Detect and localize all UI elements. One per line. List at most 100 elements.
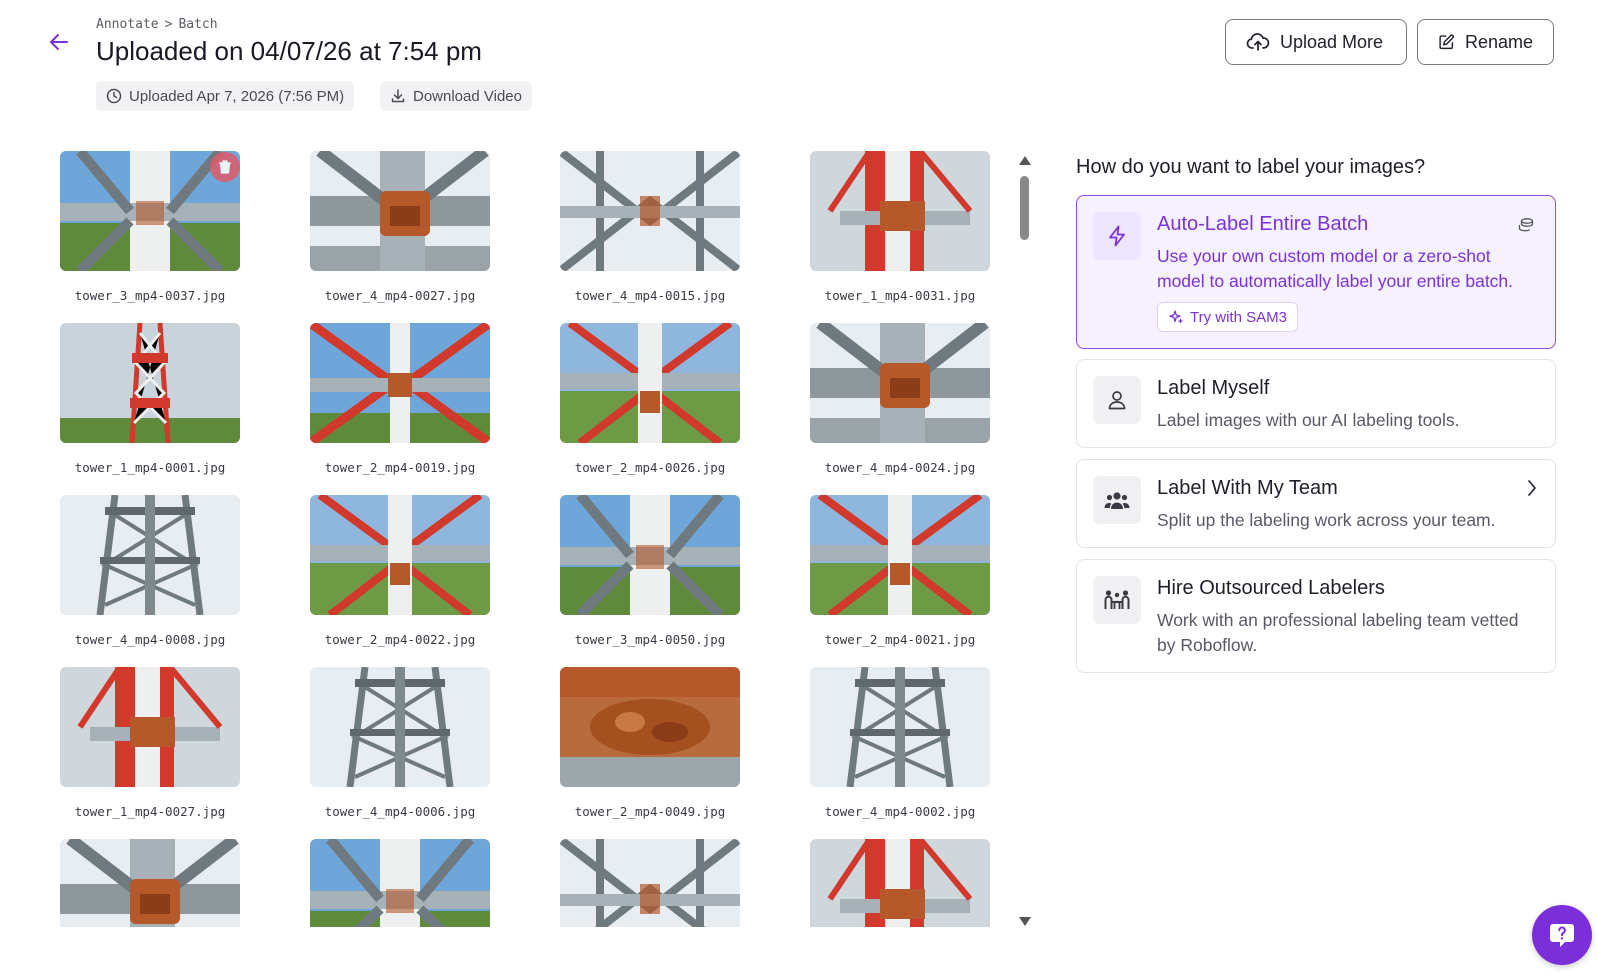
credits-stack-icon [1518,218,1534,232]
image-thumbnail[interactable] [810,323,990,443]
image-tile[interactable]: tower_1_mp4-0027.jpg [60,667,240,839]
image-thumbnail[interactable] [60,667,240,787]
handshake-team-icon [1093,576,1141,624]
image-filename: tower_1_mp4-0001.jpg [74,460,226,475]
image-grid-scroll-area[interactable]: tower_3_mp4-0037.jpg tower_4_mp4-0027.jp… [60,151,1000,927]
label-with-team-description: Split up the labeling work across your t… [1157,510,1496,530]
download-video-label: Download Video [413,87,522,105]
image-tile[interactable] [60,839,240,927]
help-chat-icon [1550,924,1574,947]
image-filename: tower_1_mp4-0027.jpg [74,804,226,819]
image-tile[interactable]: tower_4_mp4-0006.jpg [310,667,490,839]
image-thumbnail[interactable] [560,151,740,271]
image-tile[interactable]: tower_1_mp4-0031.jpg [810,151,990,323]
rename-label: Rename [1464,31,1533,52]
image-thumbnail[interactable] [310,323,490,443]
rename-button[interactable]: Rename [1417,19,1554,65]
download-video-button[interactable]: Download Video [380,81,532,111]
image-tile[interactable]: tower_2_mp4-0049.jpg [560,667,740,839]
edit-icon [1439,34,1454,50]
breadcrumb-separator: > [164,17,173,32]
auto-label-title: Auto-Label Entire Batch [1157,213,1369,235]
download-icon [391,89,405,103]
image-filename: tower_2_mp4-0019.jpg [324,460,476,475]
image-tile[interactable]: tower_1_mp4-0001.jpg [60,323,240,495]
image-thumbnail[interactable] [60,323,240,443]
image-thumbnail[interactable] [60,495,240,615]
image-tile[interactable]: tower_2_mp4-0022.jpg [310,495,490,667]
image-tile[interactable]: tower_3_mp4-0037.jpg [60,151,240,323]
image-filename: tower_3_mp4-0037.jpg [74,288,226,303]
lightning-icon [1093,212,1141,260]
image-thumbnail[interactable] [810,151,990,271]
label-with-team-option[interactable]: Label With My Team Split up the labeling… [1076,459,1556,548]
image-grid: tower_3_mp4-0037.jpg tower_4_mp4-0027.jp… [60,151,1000,927]
image-thumbnail[interactable] [810,667,990,787]
image-tile[interactable]: tower_4_mp4-0027.jpg [310,151,490,323]
clock-icon [106,88,122,104]
image-thumbnail[interactable] [310,839,490,927]
image-tile[interactable]: tower_4_mp4-0015.jpg [560,151,740,323]
image-tile[interactable] [810,839,990,927]
image-tile[interactable] [560,839,740,927]
user-icon [1093,376,1141,424]
scroll-thumb[interactable] [1020,176,1029,240]
image-thumbnail[interactable] [560,667,740,787]
image-thumbnail[interactable] [560,839,740,927]
image-thumbnail[interactable] [60,839,240,927]
back-arrow-icon[interactable] [47,30,71,54]
hire-labelers-description: Work with an professional labeling team … [1157,610,1519,655]
sparkle-icon [1169,310,1183,324]
scroll-down-arrow-icon[interactable] [1019,917,1031,926]
label-myself-title: Label Myself [1157,377,1270,399]
breadcrumb: Annotate > Batch [96,17,224,32]
image-filename: tower_1_mp4-0031.jpg [824,288,976,303]
image-tile[interactable]: tower_4_mp4-0002.jpg [810,667,990,839]
image-filename: tower_2_mp4-0022.jpg [324,632,476,647]
try-sam3-label: Try with SAM3 [1190,308,1287,326]
image-filename: tower_4_mp4-0015.jpg [574,288,726,303]
image-tile[interactable]: tower_2_mp4-0019.jpg [310,323,490,495]
image-thumbnail[interactable] [560,323,740,443]
label-myself-description: Label images with our AI labeling tools. [1157,410,1460,430]
image-filename: tower_3_mp4-0050.jpg [574,632,726,647]
label-myself-option[interactable]: Label Myself Label images with our AI la… [1076,359,1556,448]
hire-labelers-title: Hire Outsourced Labelers [1157,577,1385,599]
label-with-team-title: Label With My Team [1157,477,1338,499]
scroll-up-arrow-icon[interactable] [1019,156,1031,165]
uploaded-timestamp: Uploaded Apr 7, 2026 (7:56 PM) [129,87,345,105]
hire-outsourced-labelers-option[interactable]: Hire Outsourced Labelers Work with an pr… [1076,559,1556,673]
breadcrumb-batch[interactable]: Batch [178,17,217,32]
image-filename: tower_2_mp4-0049.jpg [574,804,726,819]
image-tile[interactable]: tower_4_mp4-0008.jpg [60,495,240,667]
chevron-right-icon [1528,480,1536,496]
delete-image-trash-icon[interactable] [210,152,240,182]
image-tile[interactable]: tower_2_mp4-0026.jpg [560,323,740,495]
page-title: Uploaded on 04/07/26 at 7:54 pm [96,36,482,66]
breadcrumb-annotate[interactable]: Annotate [96,17,159,32]
image-thumbnail[interactable] [560,495,740,615]
auto-label-option[interactable]: Auto-Label Entire Batch Use your own cus… [1076,195,1556,349]
upload-more-button[interactable]: Upload More [1225,19,1407,65]
help-chat-button[interactable] [1532,905,1592,965]
image-thumbnail[interactable] [810,839,990,927]
image-thumbnail[interactable] [810,495,990,615]
image-tile[interactable]: tower_3_mp4-0050.jpg [560,495,740,667]
uploaded-timestamp-chip: Uploaded Apr 7, 2026 (7:56 PM) [96,81,355,111]
image-tile[interactable]: tower_4_mp4-0024.jpg [810,323,990,495]
image-filename: tower_2_mp4-0026.jpg [574,460,726,475]
image-filename: tower_4_mp4-0027.jpg [324,288,476,303]
image-thumbnail[interactable] [310,151,490,271]
image-filename: tower_4_mp4-0002.jpg [824,804,976,819]
image-filename: tower_4_mp4-0008.jpg [74,632,226,647]
auto-label-description: Use your own custom model or a zero-shot… [1157,246,1514,291]
try-sam3-button[interactable]: Try with SAM3 [1157,302,1298,332]
image-filename: tower_4_mp4-0006.jpg [324,804,476,819]
image-thumbnail[interactable] [310,667,490,787]
image-filename: tower_2_mp4-0021.jpg [824,632,976,647]
image-thumbnail[interactable] [310,495,490,615]
image-filename: tower_4_mp4-0024.jpg [824,460,976,475]
image-tile[interactable] [310,839,490,927]
image-tile[interactable]: tower_2_mp4-0021.jpg [810,495,990,667]
grid-scrollbar[interactable] [1018,156,1032,926]
